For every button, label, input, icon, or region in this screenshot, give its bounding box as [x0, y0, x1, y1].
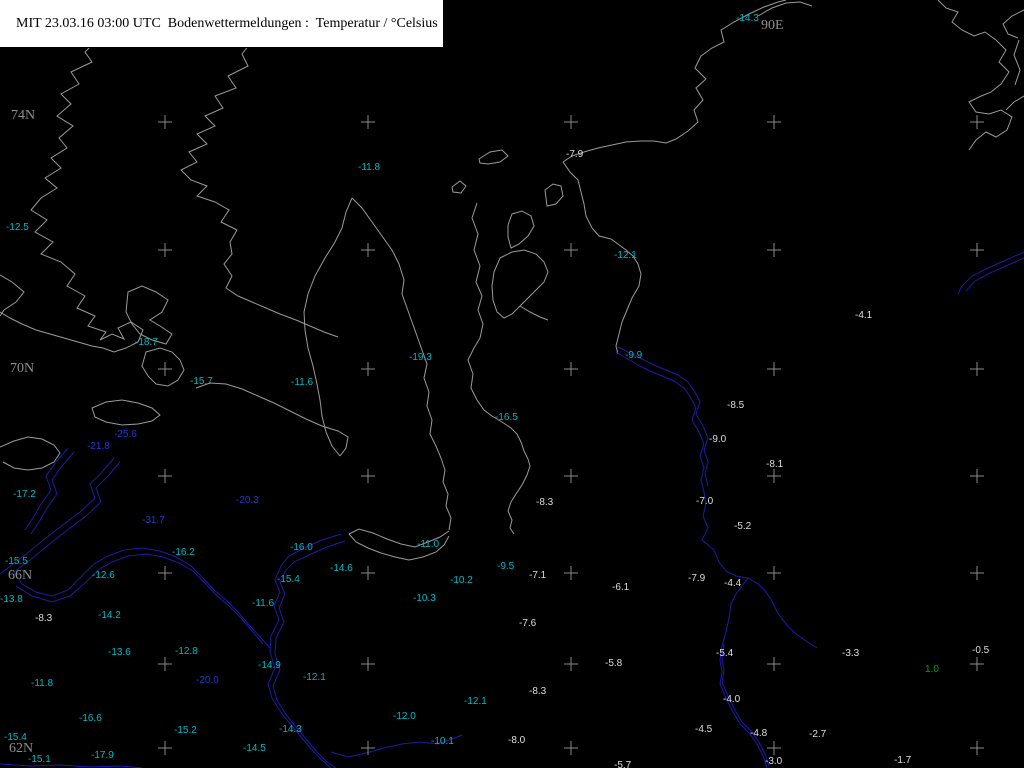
station-temp: -12.6	[92, 570, 115, 581]
station-temp: -11.8	[358, 162, 381, 173]
station-temp: -21.8	[87, 441, 110, 452]
station-temp: -12.1	[303, 672, 326, 683]
station-temp: -15.4	[277, 574, 300, 585]
station-temp: -13.8	[0, 594, 23, 605]
station-temp: -4.8	[750, 728, 768, 739]
station-temp: -2.7	[809, 729, 827, 740]
title-bar: MIT 23.03.16 03:00 UTC Bodenwettermeldun…	[0, 0, 444, 48]
station-temp: -14.3	[279, 724, 302, 735]
station-temp: -5.4	[716, 648, 734, 659]
station-temp: -8.0	[508, 735, 526, 746]
graticule-label: 66N	[8, 568, 33, 583]
station-temp: -8.1	[766, 459, 784, 470]
station-temp: -3.3	[842, 648, 860, 659]
title-text: MIT 23.03.16 03:00 UTC Bodenwettermeldun…	[16, 16, 438, 31]
station-temp: -17.9	[91, 750, 114, 761]
station-temp: -10.1	[431, 736, 454, 747]
station-temp: -7.9	[566, 149, 584, 160]
station-temp: -9.0	[709, 434, 727, 445]
station-temp: -12.1	[614, 250, 637, 261]
station-temp: -0.5	[972, 645, 990, 656]
graticule-label: 62N	[9, 741, 34, 756]
station-temp: -6.1	[612, 582, 630, 593]
station-temp: -19.3	[409, 352, 432, 363]
graticule-label: 90E	[761, 18, 784, 33]
station-temp: -14.2	[98, 610, 121, 621]
station-temp: -14.6	[330, 563, 353, 574]
station-labels-layer: -12.5 -11.8 -14.3 -12.1 -18.7 -15.7 -11.6 -19.3…	[0, 0, 1024, 768]
station-temp: -16.5	[495, 412, 518, 423]
station-temp: -14.5	[243, 743, 266, 754]
station-temp: -12.1	[464, 696, 487, 707]
station-temp: -20.0	[196, 675, 219, 686]
station-temp: -5.7	[614, 760, 632, 768]
station-temp: -9.5	[497, 561, 515, 572]
station-temp: -9.9	[625, 350, 643, 361]
station-temp: -11.6	[291, 377, 314, 388]
station-temp: -5.8	[605, 658, 623, 669]
station-temp: -4.4	[724, 578, 742, 589]
station-temp: -12.0	[393, 711, 416, 722]
station-temp: -25.6	[114, 429, 137, 440]
station-temp: -11.0	[417, 539, 440, 550]
station-temp: -31.7	[142, 515, 165, 526]
graticule-label: 74N	[11, 108, 36, 123]
station-temp: -12.5	[6, 222, 29, 233]
station-temp: -1.7	[894, 755, 912, 766]
station-temp: -14.9	[258, 660, 281, 671]
graticule-label: 70N	[10, 361, 35, 376]
station-temp: -16.2	[172, 547, 195, 558]
station-temp: -13.6	[108, 647, 131, 658]
station-temp: -7.0	[696, 496, 714, 507]
station-temp: -15.1	[28, 754, 51, 765]
station-temp: -3.0	[765, 756, 783, 767]
station-temp: -12.8	[175, 646, 198, 657]
station-temp: -10.2	[450, 575, 473, 586]
station-temp: -20.3	[236, 495, 259, 506]
station-temp: -11.8	[31, 678, 54, 689]
station-temp: -8.3	[536, 497, 554, 508]
station-temp: -5.2	[734, 521, 752, 532]
station-temp: -15.2	[174, 725, 197, 736]
station-temp: -16.0	[290, 542, 313, 553]
station-temp: -8.5	[727, 400, 745, 411]
station-temp: -8.3	[529, 686, 547, 697]
station-temp: -8.3	[35, 613, 53, 624]
station-temp: -4.1	[855, 310, 873, 321]
station-temp: -15.5	[5, 556, 28, 567]
station-temp: -4.0	[723, 694, 741, 705]
station-temp: -16.6	[79, 713, 102, 724]
station-temp: -4.5	[695, 724, 713, 735]
station-temp: -7.6	[519, 618, 537, 629]
station-temp: -18.7	[135, 337, 158, 348]
station-temp: 1.0	[925, 664, 939, 675]
station-temp: -10.3	[413, 593, 436, 604]
station-temp: -11.6	[252, 598, 275, 609]
weather-map: -12.5 -11.8 -14.3 -12.1 -18.7 -15.7 -11.6 -19.3…	[0, 0, 1024, 768]
station-temp: -14.3	[736, 13, 759, 24]
station-temp: -17.2	[13, 489, 36, 500]
station-temp: -15.7	[190, 376, 213, 387]
station-temp: -7.9	[688, 573, 706, 584]
station-temp: -7.1	[529, 570, 547, 581]
